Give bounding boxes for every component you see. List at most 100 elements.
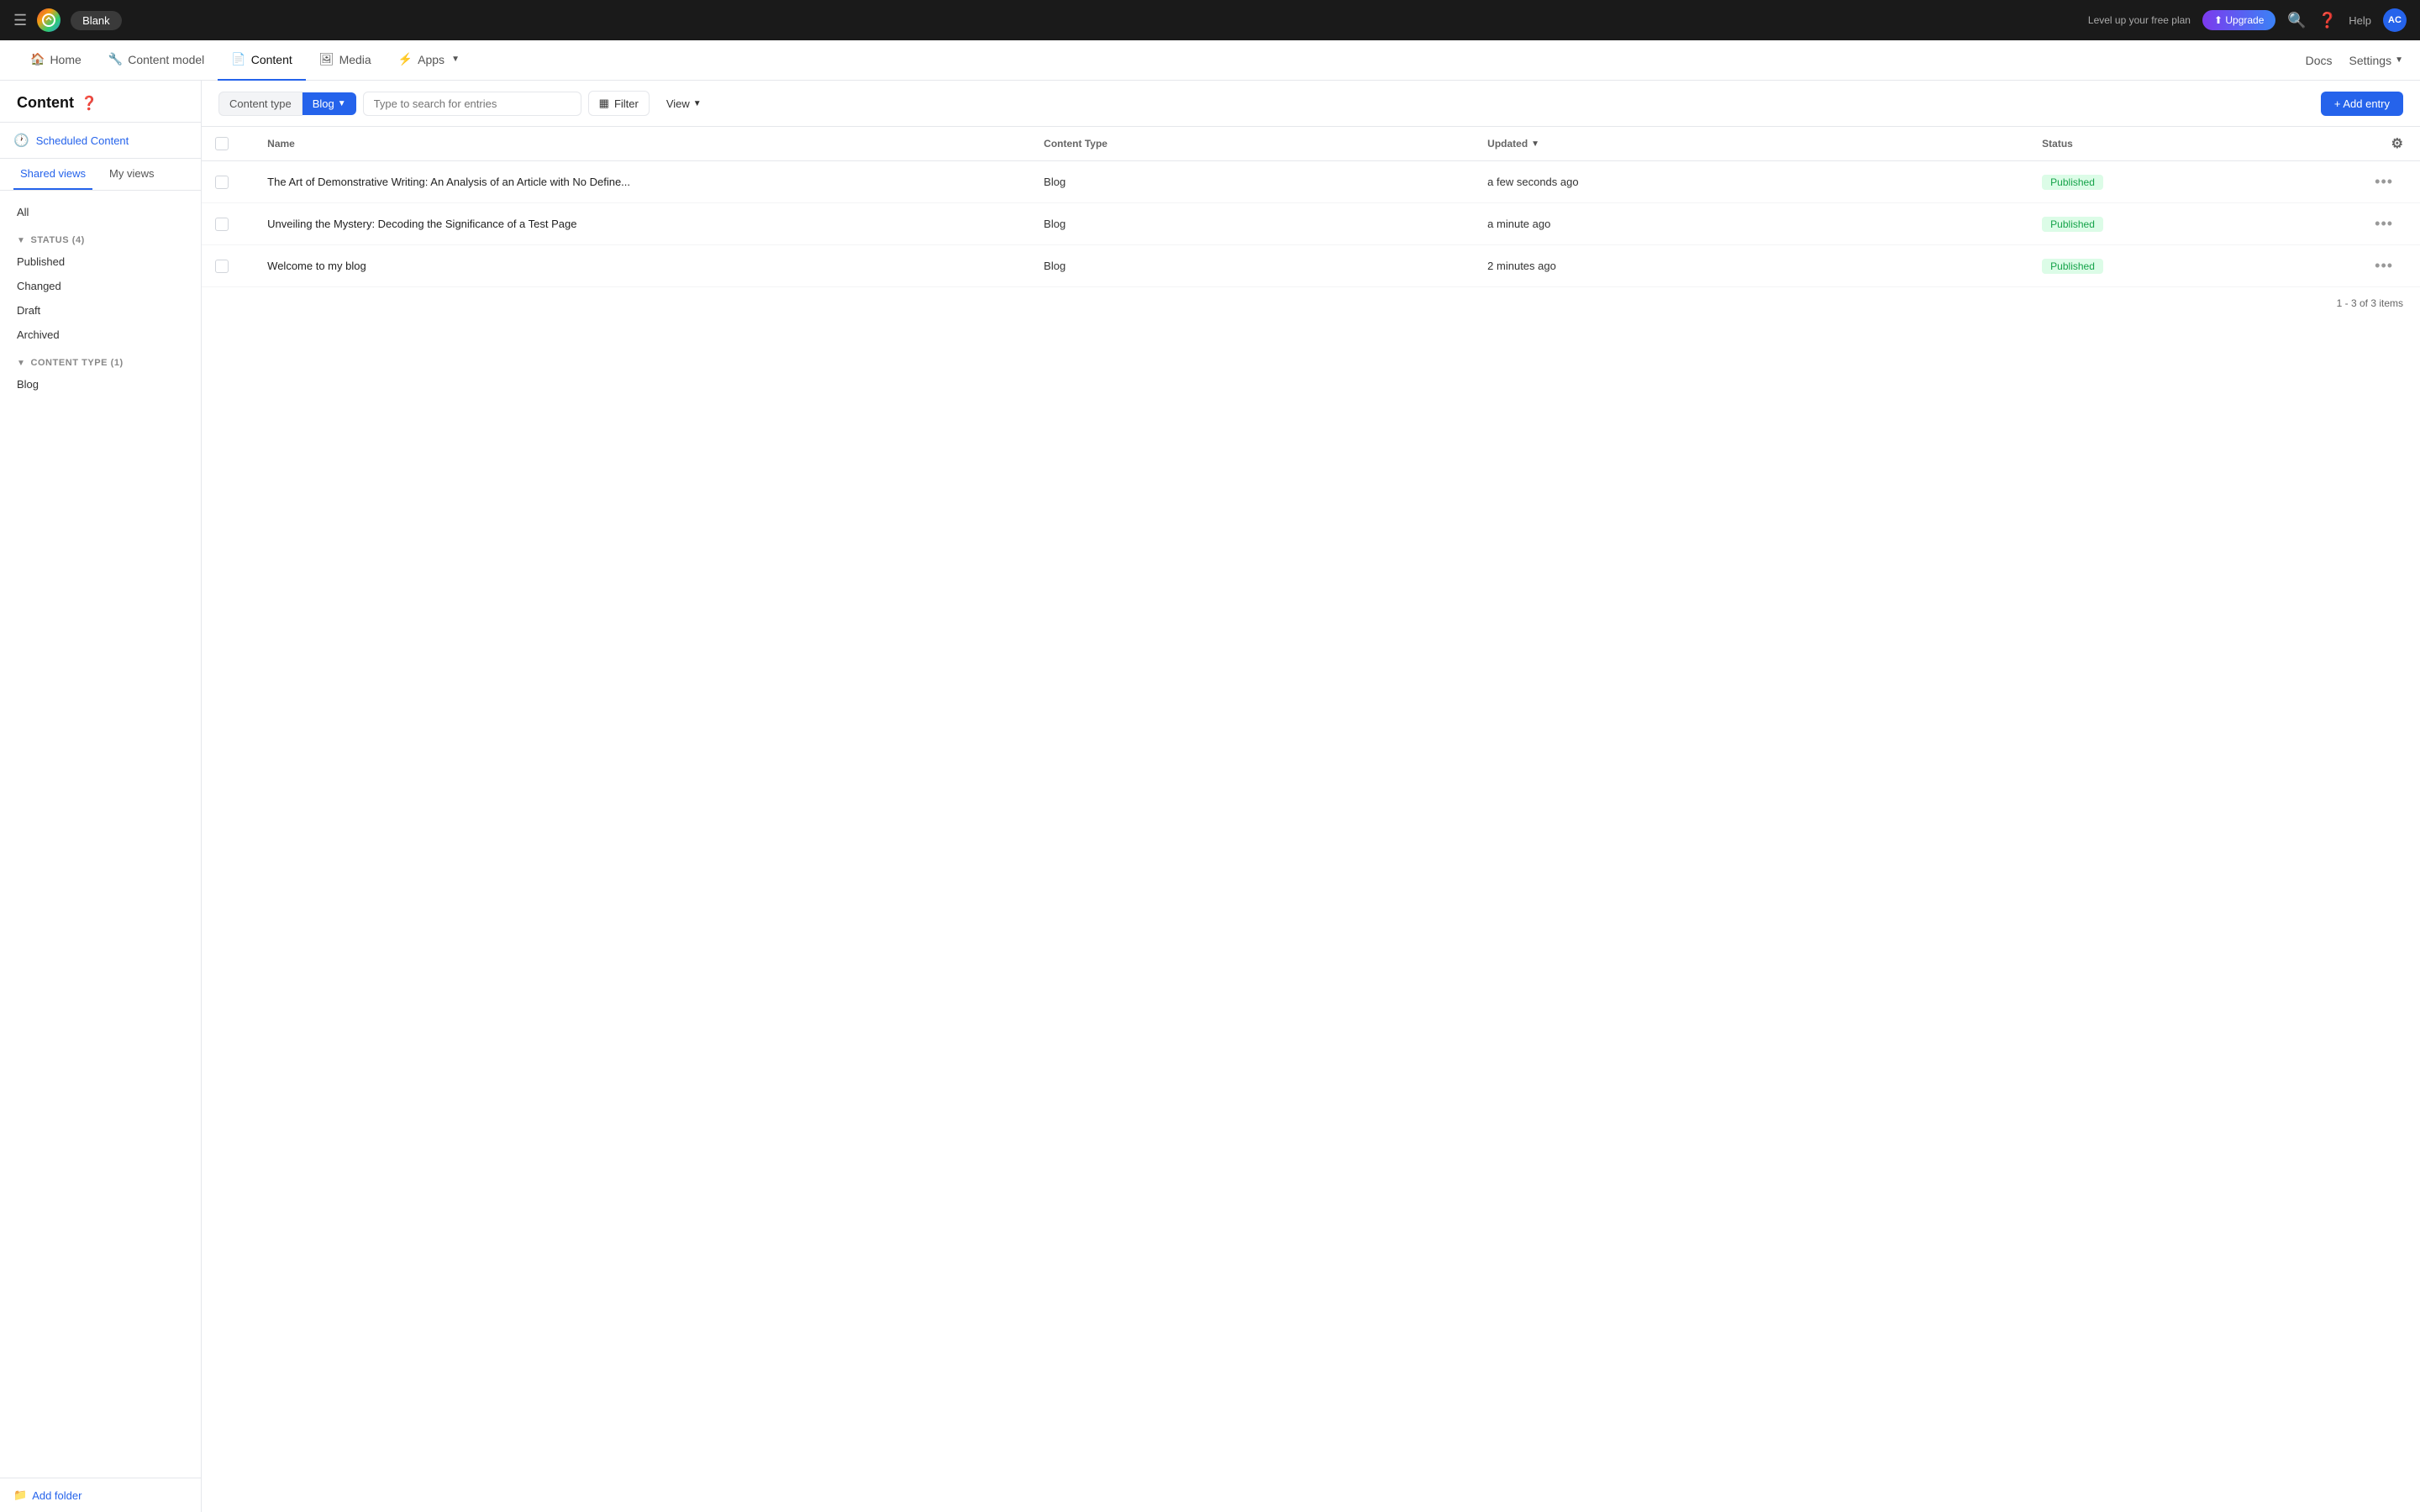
content-type-column-header: Content Type (1030, 127, 1474, 161)
entry-3-updated: 2 minutes ago (1487, 260, 1556, 272)
row-3-checkbox[interactable] (215, 260, 229, 273)
actions-column-header: ⚙ (2361, 127, 2420, 161)
avatar[interactable]: AC (2383, 8, 2407, 32)
sidebar-item-draft[interactable]: Draft (7, 299, 194, 322)
help-label[interactable]: Help (2349, 14, 2371, 27)
upgrade-button[interactable]: ⬆ Upgrade (2202, 10, 2275, 30)
content-type-filter-group: ▼ CONTENT TYPE (1) Blog (7, 353, 194, 396)
filter-button[interactable]: ▦ Filter (588, 91, 650, 116)
entry-3-name[interactable]: Welcome to my blog (267, 260, 366, 272)
row-1-checkbox[interactable] (215, 176, 229, 189)
shared-views-tab[interactable]: Shared views (13, 159, 92, 190)
content-type-chevron-icon: ▼ (17, 359, 25, 368)
nav-content-model[interactable]: 🔧 Content model (95, 40, 218, 81)
apps-chevron-icon: ▼ (451, 55, 460, 64)
nav-home-label: Home (50, 53, 81, 66)
row-actions-cell: ••• (2361, 203, 2420, 245)
sidebar-item-published[interactable]: Published (7, 250, 194, 273)
nav-content-label: Content (251, 53, 292, 66)
topbar-right: Level up your free plan ⬆ Upgrade 🔍 ❓ He… (2088, 8, 2407, 32)
nav-content-model-label: Content model (128, 53, 204, 66)
clock-icon: 🕐 (13, 133, 29, 148)
sidebar-item-archived[interactable]: Archived (7, 323, 194, 346)
updated-column-header[interactable]: Updated ▼ (1474, 127, 2028, 161)
row-updated-cell: 2 minutes ago (1474, 245, 2028, 287)
content-help-icon[interactable]: ❓ (81, 95, 97, 112)
nav-apps-label: Apps (418, 53, 445, 66)
my-views-tab[interactable]: My views (103, 159, 160, 190)
content-icon: 📄 (231, 52, 245, 66)
row-actions-cell: ••• (2361, 245, 2420, 287)
folder-add-icon: 📁 (13, 1488, 27, 1502)
entries-table: Name Content Type Updated ▼ Stat (202, 127, 2420, 287)
content-type-header-label: Content Type (1044, 138, 1107, 150)
nav-apps[interactable]: ⚡ Apps ▼ (385, 40, 473, 81)
workspace-name[interactable]: Blank (71, 11, 122, 30)
row-status-cell: Published (2028, 203, 2361, 245)
sidebar-footer: 📁 Add folder (0, 1478, 201, 1512)
filter-icon: ▦ (599, 97, 609, 110)
status-group-header[interactable]: ▼ STATUS (4) (7, 230, 194, 250)
status-group-label: STATUS (4) (30, 235, 84, 245)
updated-sort[interactable]: Updated ▼ (1487, 138, 2015, 150)
settings-link[interactable]: Settings ▼ (2349, 54, 2404, 67)
page-title: Content (17, 94, 74, 112)
entry-1-status-badge: Published (2042, 175, 2103, 190)
content-type-filter: Content type Blog ▼ (218, 92, 356, 116)
entry-2-name[interactable]: Unveiling the Mystery: Decoding the Sign… (267, 218, 576, 230)
help-icon[interactable]: ❓ (2318, 12, 2337, 29)
row-name-cell: The Art of Demonstrative Writing: An Ana… (254, 161, 1030, 203)
entry-1-name[interactable]: The Art of Demonstrative Writing: An Ana… (267, 176, 630, 188)
content-type-group-header[interactable]: ▼ CONTENT TYPE (1) (7, 353, 194, 373)
search-icon[interactable]: 🔍 (2287, 12, 2306, 29)
hamburger-icon[interactable]: ☰ (13, 12, 27, 29)
add-folder-label: Add folder (32, 1489, 82, 1502)
content-type-selected: Blog (313, 97, 334, 110)
table-row: The Art of Demonstrative Writing: An Ana… (202, 161, 2420, 203)
row-content-type-cell: Blog (1030, 245, 1474, 287)
add-folder-button[interactable]: 📁 Add folder (13, 1488, 187, 1502)
nav-media-label: Media (339, 53, 371, 66)
table-row: Welcome to my blog Blog 2 minutes ago Pu… (202, 245, 2420, 287)
row-updated-cell: a minute ago (1474, 203, 2028, 245)
entry-3-more-button[interactable]: ••• (2375, 257, 2393, 274)
entry-2-more-button[interactable]: ••• (2375, 215, 2393, 232)
row-updated-cell: a few seconds ago (1474, 161, 2028, 203)
sidebar-item-blog[interactable]: Blog (7, 373, 194, 396)
view-button[interactable]: View ▼ (656, 92, 712, 115)
name-header-label: Name (267, 138, 295, 150)
content-area: Content type Blog ▼ ▦ Filter View ▼ (202, 81, 2420, 1512)
entry-2-status-badge: Published (2042, 217, 2103, 232)
sidebar-all-item[interactable]: All (7, 201, 194, 223)
select-all-checkbox[interactable] (215, 137, 229, 150)
apps-icon: ⚡ (398, 52, 413, 66)
nav-media[interactable]: 🖼 Media (306, 40, 385, 81)
row-content-type-cell: Blog (1030, 161, 1474, 203)
docs-link[interactable]: Docs (2306, 54, 2333, 67)
nav-home[interactable]: 🏠 Home (17, 40, 95, 81)
row-2-checkbox[interactable] (215, 218, 229, 231)
sidebar-header: Content ❓ (0, 81, 201, 123)
view-chevron-icon: ▼ (693, 99, 702, 108)
entry-1-updated: a few seconds ago (1487, 176, 1578, 188)
search-box[interactable] (363, 92, 581, 116)
sidebar-content: All ▼ STATUS (4) Published Changed Draft… (0, 191, 201, 1478)
topbar: ☰ Blank Level up your free plan ⬆ Upgrad… (0, 0, 2420, 40)
select-all-header (202, 127, 254, 161)
add-entry-button[interactable]: + Add entry (2321, 92, 2403, 116)
row-checkbox-cell (202, 203, 254, 245)
search-input[interactable] (374, 97, 571, 110)
entry-1-more-button[interactable]: ••• (2375, 173, 2393, 190)
sidebar-item-changed[interactable]: Changed (7, 275, 194, 297)
status-chevron-icon: ▼ (17, 236, 25, 245)
content-type-group-label: CONTENT TYPE (1) (30, 358, 123, 368)
scheduled-content-link[interactable]: 🕐 Scheduled Content (13, 133, 187, 148)
entry-1-content-type: Blog (1044, 176, 1065, 188)
content-type-value[interactable]: Blog ▼ (302, 92, 356, 115)
nav-content[interactable]: 📄 Content (218, 40, 305, 81)
image-icon: 🖼 (319, 52, 334, 66)
name-column-header: Name (254, 127, 1030, 161)
row-name-cell: Unveiling the Mystery: Decoding the Sign… (254, 203, 1030, 245)
table-settings-icon[interactable]: ⚙ (2391, 137, 2403, 151)
secondary-nav: 🏠 Home 🔧 Content model 📄 Content 🖼 Media… (0, 40, 2420, 81)
